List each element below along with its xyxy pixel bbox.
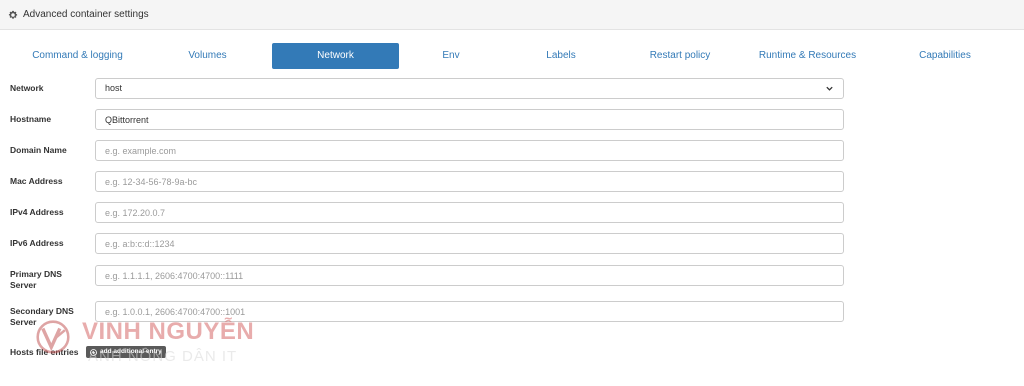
ipv6-address-label: IPv6 Address xyxy=(10,238,64,248)
secondary-dns-label-line1: Secondary DNS xyxy=(10,306,74,316)
mac-address-input[interactable] xyxy=(95,171,844,192)
add-hosts-entry-button[interactable]: add additional entry xyxy=(86,346,166,358)
tab-labels[interactable]: Labels xyxy=(510,43,612,69)
add-hosts-entry-label: add additional entry xyxy=(100,348,162,355)
domain-name-label: Domain Name xyxy=(10,145,67,155)
secondary-dns-input[interactable] xyxy=(95,301,844,322)
secondary-dns-label-line2: Server xyxy=(10,317,37,327)
tab-restart-policy[interactable]: Restart policy xyxy=(620,43,740,69)
ipv6-address-input[interactable] xyxy=(95,233,844,254)
tab-env[interactable]: Env xyxy=(405,43,497,69)
gear-icon xyxy=(8,10,18,20)
network-label: Network xyxy=(10,83,44,93)
settings-tabs: Command & logging Volumes Network Env La… xyxy=(0,43,1024,69)
panel-title: Advanced container settings xyxy=(23,9,149,20)
tab-runtime-resources[interactable]: Runtime & Resources xyxy=(745,43,870,69)
primary-dns-label-line2: Server xyxy=(10,280,37,290)
domain-name-input[interactable] xyxy=(95,140,844,161)
watermark-title: VINH NGUYỄN xyxy=(82,318,255,345)
ipv4-address-input[interactable] xyxy=(95,202,844,223)
hostname-input[interactable] xyxy=(95,109,844,130)
panel-header: Advanced container settings xyxy=(0,0,1024,30)
mac-address-label: Mac Address xyxy=(10,176,63,186)
primary-dns-label: Primary DNS Server xyxy=(10,269,85,291)
primary-dns-input[interactable] xyxy=(95,265,844,286)
chevron-down-icon xyxy=(825,84,834,93)
tab-network[interactable]: Network xyxy=(272,43,399,69)
primary-dns-label-line1: Primary DNS xyxy=(10,269,62,279)
tab-capabilities[interactable]: Capabilities xyxy=(880,43,1010,69)
tab-volumes[interactable]: Volumes xyxy=(145,43,270,69)
hostname-label: Hostname xyxy=(10,114,52,124)
hosts-file-label: Hosts file entries xyxy=(10,347,79,357)
network-selected-value: host xyxy=(105,83,123,93)
secondary-dns-label: Secondary DNS Server xyxy=(10,306,85,328)
ipv4-address-label: IPv4 Address xyxy=(10,207,64,217)
network-select[interactable]: host xyxy=(95,78,844,99)
plus-circle-icon xyxy=(90,348,97,356)
tab-command-logging[interactable]: Command & logging xyxy=(15,43,140,69)
